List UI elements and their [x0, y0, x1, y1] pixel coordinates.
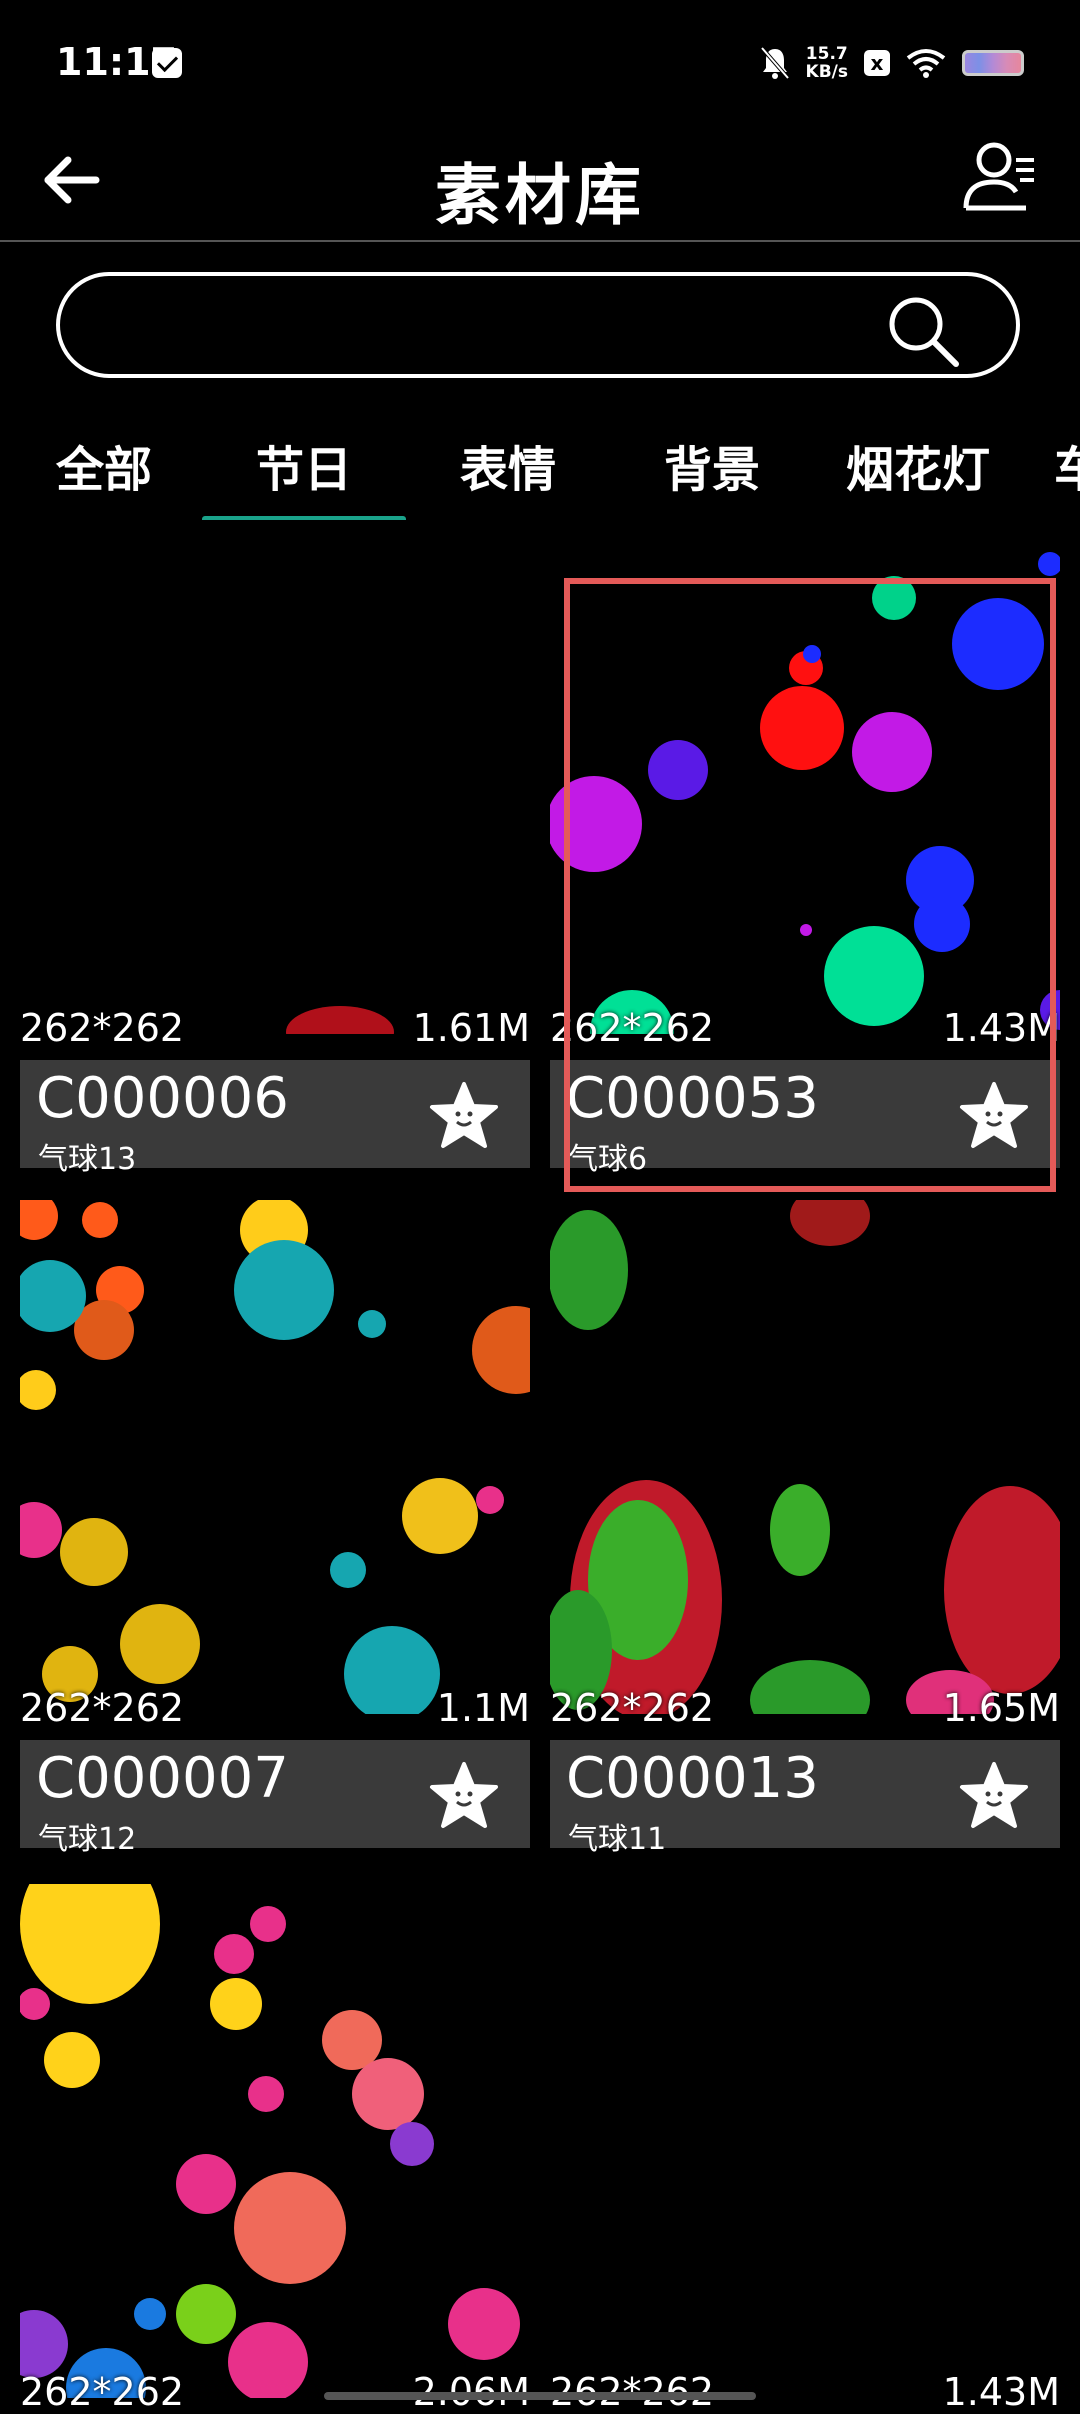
material-thumbnail[interactable] — [20, 1884, 530, 2398]
material-card[interactable]: 262*262 1.43M — [550, 1884, 1060, 2414]
material-name: 气球12 — [38, 1822, 137, 1857]
message-notification-icon — [152, 48, 182, 78]
search-input[interactable] — [100, 294, 924, 358]
wifi-icon — [906, 49, 946, 78]
material-file-size: 1.43M — [942, 2370, 1060, 2414]
app-header: 素材库 — [0, 120, 1080, 242]
material-file-size: 1.61M — [412, 1006, 530, 1050]
material-code: C000006 — [36, 1066, 289, 1131]
material-dimensions: 262*262 — [550, 1686, 715, 1730]
network-speed: 15.7 KB/s — [806, 45, 848, 81]
balloon-preview-image — [20, 1200, 530, 1714]
material-card[interactable]: 262*262 1.65M C000013 气球11 — [550, 1200, 1060, 1857]
favorite-star-icon[interactable] — [428, 1760, 500, 1832]
balloon-preview-image — [550, 1200, 1060, 1714]
balloon-preview-image — [20, 1884, 520, 2398]
material-info: C000007 气球12 — [20, 1740, 530, 1857]
tab-background[interactable]: 背景 — [664, 430, 760, 500]
material-dimensions: 262*262 — [20, 2370, 185, 2414]
material-code: C000013 — [566, 1746, 819, 1811]
selection-highlight — [564, 578, 1056, 1192]
material-card[interactable]: 262*262 1.1M C000007 气球12 — [20, 1200, 530, 1857]
material-thumbnail[interactable] — [20, 520, 530, 1034]
material-name: 气球13 — [38, 1142, 137, 1177]
mute-bell-icon — [760, 46, 790, 80]
network-speed-unit: KB/s — [805, 62, 848, 82]
tab-car[interactable]: 车 — [1054, 430, 1080, 500]
favorite-star-icon[interactable] — [958, 1760, 1030, 1832]
material-meta: 262*262 1.1M — [20, 1686, 530, 1730]
search-icon[interactable] — [884, 292, 962, 370]
home-indicator[interactable] — [324, 2392, 756, 2400]
material-dimensions: 262*262 — [20, 1686, 185, 1730]
favorite-star-icon[interactable] — [428, 1080, 500, 1152]
status-icons: 15.7 KB/s x — [760, 38, 1024, 88]
material-info: C000013 气球11 — [550, 1740, 1060, 1857]
material-dimensions: 262*262 — [20, 1006, 185, 1050]
page-title: 素材库 — [435, 157, 645, 234]
tab-emoji[interactable]: 表情 — [460, 430, 556, 500]
tab-fireworks[interactable]: 烟花灯 — [846, 430, 990, 500]
material-meta: 262*262 1.61M — [20, 1006, 530, 1050]
material-file-size: 1.1M — [436, 1686, 530, 1730]
status-bar: 11:17 15.7 KB/s x — [0, 0, 1080, 120]
user-list-icon[interactable] — [960, 136, 1040, 216]
material-card[interactable]: 262*262 1.61M C000006 气球13 — [20, 520, 530, 1177]
network-speed-value: 15.7 — [805, 44, 848, 64]
tab-festival[interactable]: 节日 — [256, 430, 352, 500]
battery-icon — [962, 50, 1024, 76]
material-info: C000006 气球13 — [20, 1060, 530, 1177]
material-thumbnail[interactable] — [550, 1884, 1060, 2398]
category-tabs: 全部 节日 表情 背景 烟花灯 车 — [0, 420, 1080, 530]
material-file-size: 1.65M — [942, 1686, 1060, 1730]
material-card[interactable]: 262*262 2.06M — [20, 1884, 530, 2414]
tab-all[interactable]: 全部 — [56, 430, 152, 500]
material-name: 气球11 — [568, 1822, 667, 1857]
search-bar[interactable] — [56, 272, 1020, 378]
material-thumbnail[interactable] — [20, 1200, 530, 1714]
x-app-icon: x — [864, 50, 890, 76]
material-thumbnail[interactable] — [550, 1200, 1060, 1714]
material-meta: 262*262 1.65M — [550, 1686, 1060, 1730]
balloon-preview-image — [286, 1006, 394, 1034]
material-code: C000007 — [36, 1746, 289, 1811]
